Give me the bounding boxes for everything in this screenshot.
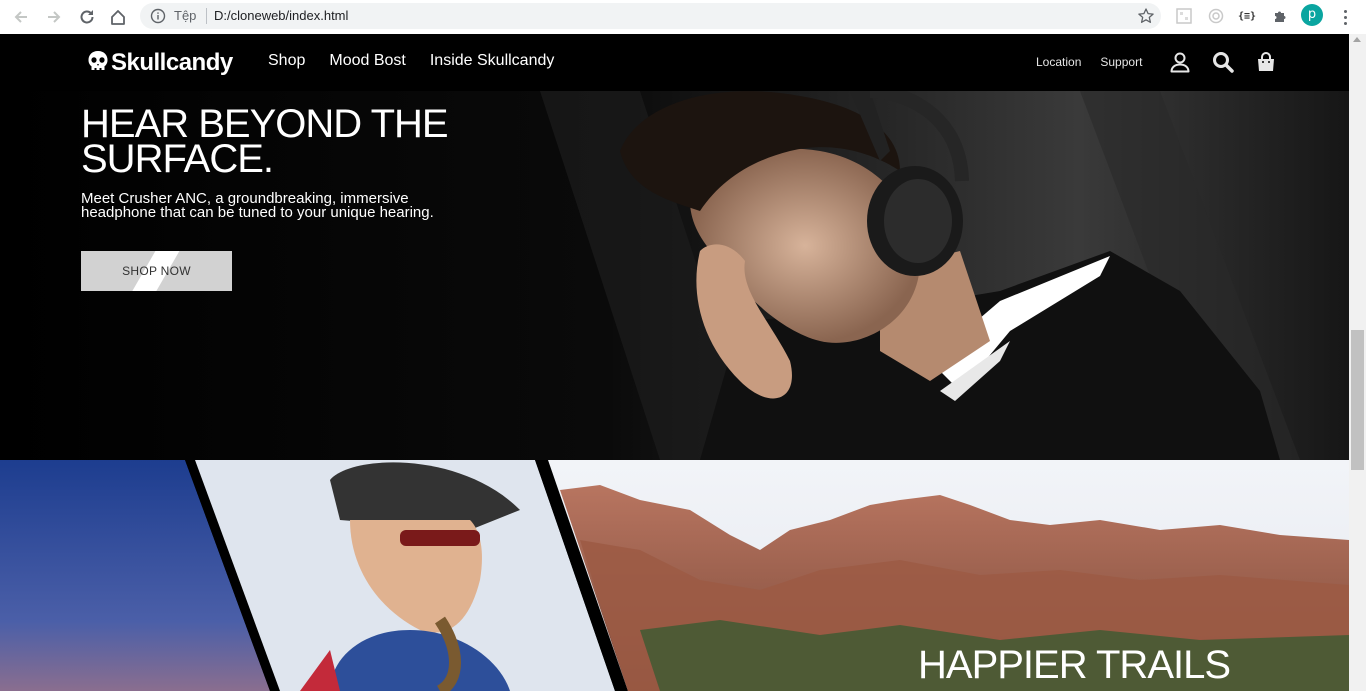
shop-now-label: SHOP NOW (122, 264, 191, 278)
browser-toolbar: Tệp D:/cloneweb/index.html {≡} p (0, 0, 1366, 35)
scroll-up-arrow[interactable] (1353, 37, 1361, 42)
hero-banner: HEAR BEYOND THE SURFACE. Meet Crusher ANC… (0, 91, 1349, 460)
bag-icon[interactable] (1255, 51, 1277, 73)
info-icon[interactable] (150, 8, 166, 24)
hero-title: HEAR BEYOND THE SURFACE. (81, 104, 501, 179)
puzzle-icon (1275, 11, 1286, 22)
reload-button[interactable] (75, 5, 99, 29)
utility-nav: Location Support (1036, 54, 1142, 70)
home-icon (111, 10, 125, 25)
dot (1343, 15, 1347, 19)
hero-description: Meet Crusher ANC, a groundbreaking, imme… (81, 190, 434, 221)
star-icon[interactable] (1137, 7, 1155, 25)
nav-support[interactable]: Support (1100, 54, 1142, 70)
profile-avatar[interactable]: p (1301, 4, 1323, 26)
extension-icon (1208, 8, 1224, 24)
divider (206, 8, 207, 24)
user-icon[interactable] (1169, 51, 1191, 73)
extensions-button[interactable] (1270, 6, 1290, 26)
nav-location[interactable]: Location (1036, 54, 1081, 70)
trail-title: HAPPIER TRAILS (918, 643, 1231, 687)
search-icon[interactable] (1212, 51, 1234, 73)
skull-logo-icon (88, 51, 108, 70)
logo-link[interactable]: Skullcandy (87, 48, 233, 78)
url-scheme-label: Tệp (174, 8, 197, 23)
dot (1343, 21, 1347, 25)
scrollbar-thumb[interactable] (1351, 330, 1364, 470)
extension-icon (1176, 8, 1192, 24)
hero-title-line2: SURFACE. (81, 137, 274, 181)
site-header: Skullcandy Shop Mood Bost Inside Skullca… (0, 34, 1349, 92)
page-scrollbar[interactable] (1349, 34, 1366, 691)
nav-shop[interactable]: Shop (268, 51, 305, 71)
shop-now-button[interactable]: SHOP NOW (81, 251, 232, 291)
extension-button-2[interactable] (1206, 6, 1226, 26)
extension-button-1[interactable] (1174, 6, 1194, 26)
nav-mood-bost[interactable]: Mood Bost (329, 51, 405, 71)
browser-menu-button[interactable] (1335, 6, 1355, 28)
nav-inside-skullcandy[interactable]: Inside Skullcandy (430, 51, 555, 71)
logo-text: Skullcandy (111, 49, 233, 76)
back-button[interactable] (9, 5, 33, 29)
json-extension-button[interactable]: {≡} (1237, 6, 1257, 26)
dot (1343, 9, 1347, 13)
url-text[interactable]: D:/cloneweb/index.html (214, 8, 348, 24)
reload-icon (80, 10, 94, 24)
back-icon (14, 11, 27, 23)
page-viewport: Skullcandy Shop Mood Bost Inside Skullca… (0, 34, 1349, 691)
main-nav: Shop Mood Bost Inside Skullcandy (268, 51, 554, 71)
forward-icon (48, 11, 61, 23)
forward-button[interactable] (42, 5, 66, 29)
home-button[interactable] (106, 5, 130, 29)
trail-banner: HAPPIER TRAILS (0, 460, 1349, 691)
address-bar[interactable]: Tệp D:/cloneweb/index.html (140, 3, 1161, 29)
